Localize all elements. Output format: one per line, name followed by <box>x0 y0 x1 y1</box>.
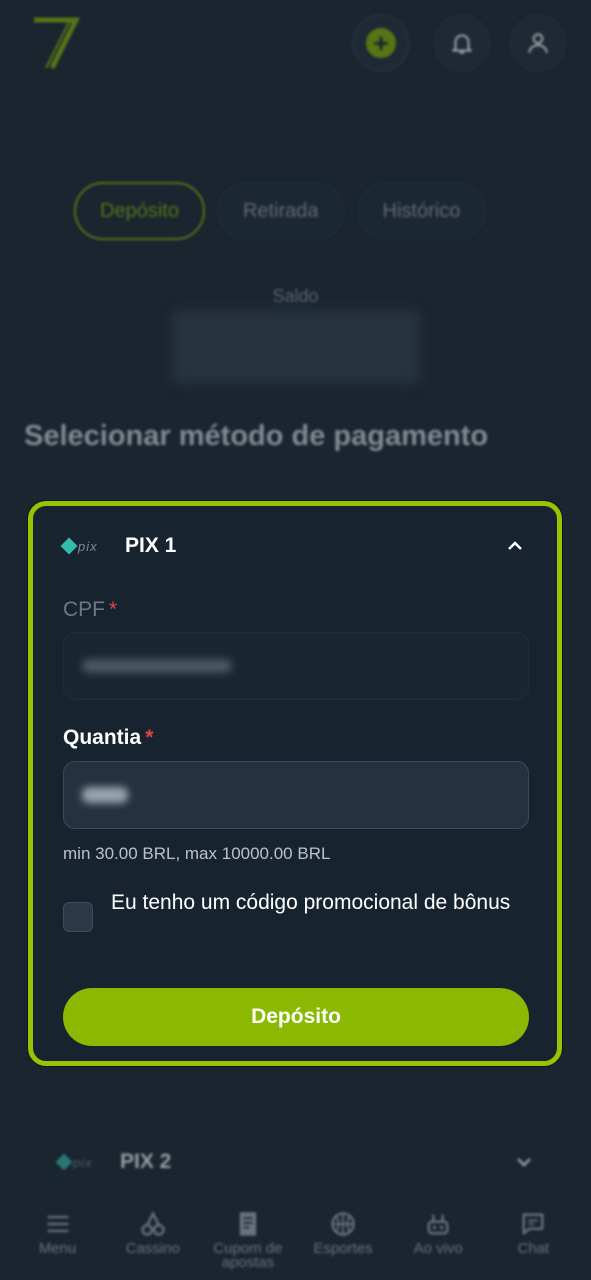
nav-sports[interactable]: Esportes <box>298 1200 388 1280</box>
promo-code-checkbox-label[interactable]: Eu tenho um código promocional de bônus <box>111 886 511 920</box>
balance-value-redacted <box>172 310 420 384</box>
cpf-label: CPF * <box>63 598 118 621</box>
chevron-down-icon[interactable] <box>512 1150 536 1174</box>
bottom-navigation: Menu Cassino Cupom de apostas Esportes A… <box>0 1200 591 1280</box>
payment-method-pix-1-card: pix PIX 1 CPF * Quantia * min 30.00 BRL, m… <box>28 501 562 1066</box>
deposit-submit-button[interactable]: Depósito <box>63 988 529 1046</box>
user-icon <box>528 33 548 53</box>
amount-field[interactable] <box>63 761 529 829</box>
nav-menu[interactable]: Menu <box>13 1200 103 1280</box>
notifications-button[interactable] <box>433 14 491 72</box>
cpf-value-redacted <box>82 659 232 673</box>
nav-bet-slip[interactable]: Cupom de apostas <box>203 1200 293 1280</box>
nav-casino[interactable]: Cassino <box>108 1200 198 1280</box>
required-mark: * <box>145 726 154 749</box>
add-funds-button[interactable]: + <box>352 14 410 72</box>
ticket-icon <box>239 1212 257 1236</box>
live-icon <box>427 1214 449 1235</box>
chat-icon <box>522 1213 544 1235</box>
pix-logo: pix <box>55 1153 108 1171</box>
brand-7-logo[interactable] <box>30 16 80 72</box>
wallet-tabs: Depósito Retirada Histórico <box>74 182 487 240</box>
payment-method-pix-2[interactable]: pix PIX 2 <box>55 1144 536 1180</box>
method-name: PIX 1 <box>125 534 177 557</box>
balance-label: Saldo <box>272 286 319 306</box>
cherries-icon <box>141 1210 165 1236</box>
pix-diamond-icon <box>55 1153 73 1171</box>
pix-diamond-icon <box>60 537 78 555</box>
menu-icon <box>47 1215 69 1233</box>
tab-history[interactable]: Histórico <box>356 182 487 240</box>
pix-logo: pix <box>60 537 113 555</box>
method-name: PIX 2 <box>120 1150 172 1173</box>
tab-withdraw[interactable]: Retirada <box>216 182 345 240</box>
amount-value-redacted <box>82 787 128 803</box>
app-header: + <box>0 0 591 90</box>
chevron-up-icon[interactable] <box>503 534 527 558</box>
required-mark: * <box>109 598 118 621</box>
profile-button[interactable] <box>509 14 567 72</box>
section-title: Selecionar método de pagamento <box>24 420 489 452</box>
plus-icon: + <box>366 28 396 58</box>
pix-1-header[interactable]: pix PIX 1 <box>60 528 527 564</box>
amount-label: Quantia * <box>63 726 154 749</box>
cpf-field[interactable] <box>63 632 529 700</box>
promo-code-checkbox[interactable] <box>63 902 93 932</box>
tab-deposit[interactable]: Depósito <box>74 182 205 240</box>
amount-limits-hint: min 30.00 BRL, max 10000.00 BRL <box>63 844 331 863</box>
nav-live[interactable]: Ao vivo <box>393 1200 483 1280</box>
nav-chat[interactable]: Chat <box>488 1200 578 1280</box>
bell-icon <box>452 34 472 54</box>
basketball-icon <box>331 1212 355 1236</box>
